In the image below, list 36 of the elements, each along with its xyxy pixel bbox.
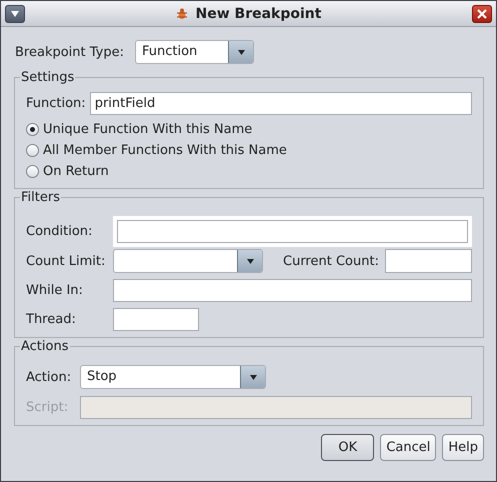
radio-option[interactable]: Unique Function With this Name [26, 119, 472, 140]
bug-icon [176, 8, 188, 20]
input-field[interactable]: printField [90, 92, 472, 115]
field-label: Breakpoint Type: [15, 44, 124, 60]
group-title: Settings [20, 70, 76, 85]
help-button[interactable]: Help [442, 434, 484, 461]
close-button[interactable] [472, 4, 492, 22]
field-label: Current Count: [282, 254, 380, 268]
input-field[interactable] [113, 308, 199, 331]
input-field[interactable] [113, 216, 472, 247]
caret-icon [238, 50, 244, 54]
dropdown[interactable]: Stop [80, 365, 266, 389]
field-label: Count Limit: [26, 254, 106, 268]
caret-icon [10, 10, 20, 18]
field-label: Thread: [26, 312, 77, 327]
radio-button[interactable] [26, 165, 39, 178]
dropdown[interactable]: Function [135, 40, 254, 64]
window-menu-button[interactable] [5, 4, 25, 22]
cancel-button[interactable]: Cancel [380, 434, 436, 461]
input-field[interactable] [113, 279, 472, 302]
caret-icon [250, 374, 256, 380]
radio-option[interactable]: All Member Functions With this Name [26, 140, 472, 161]
dropdown[interactable] [113, 249, 263, 273]
radio-button[interactable] [26, 144, 39, 157]
window-title: New Breakpoint [196, 6, 322, 22]
ok-button[interactable]: OK [321, 434, 374, 461]
radio-option[interactable]: On Return [26, 161, 472, 182]
radio-button[interactable] [26, 123, 39, 136]
field-label: While In: [26, 283, 84, 298]
close-icon [476, 8, 487, 18]
field-label: Script: [26, 400, 70, 415]
field-label: Action: [26, 370, 72, 384]
input-field[interactable] [385, 249, 472, 273]
field-label: Condition: [26, 224, 94, 239]
field-label: Function: [26, 96, 86, 111]
caret-icon [246, 258, 254, 264]
